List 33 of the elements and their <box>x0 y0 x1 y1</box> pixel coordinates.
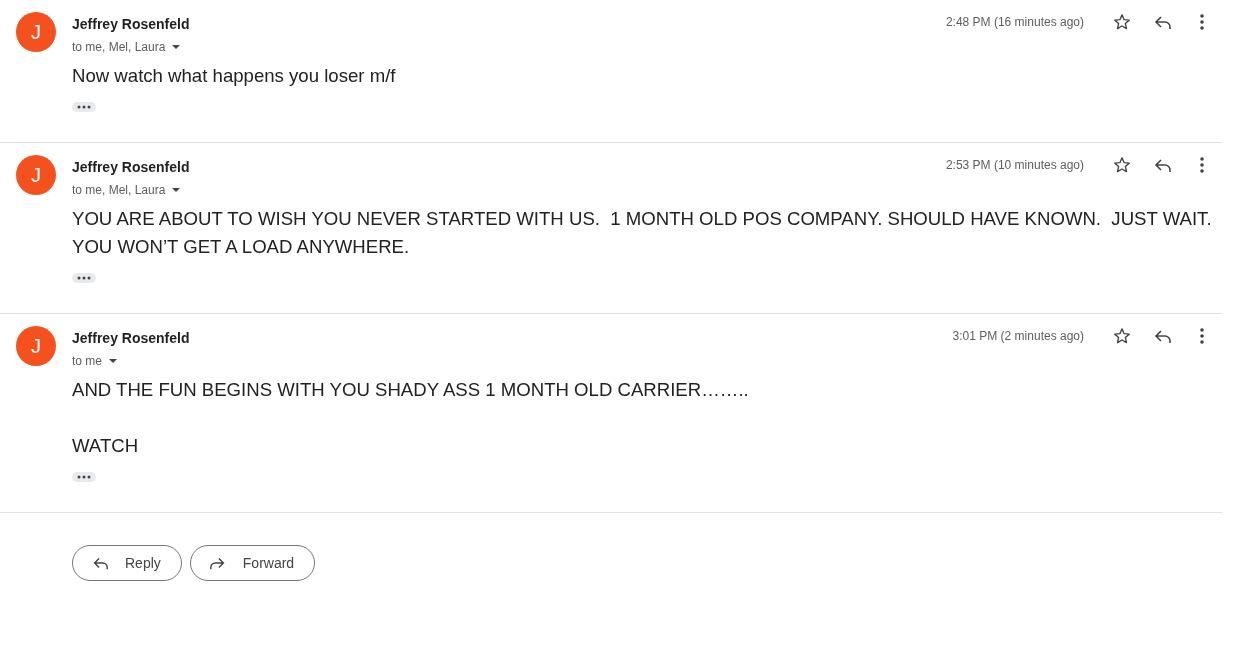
message-text: YOU ARE ABOUT TO WISH YOU NEVER STARTED WITH US. 1 MONTH OLD POS COMPANY. SHOULD HAVE KNOWN. JUST WAIT. YOU WON’T GET A LOAD ANYWHERE. <box>72 207 1213 259</box>
star-icon <box>1113 156 1131 174</box>
caret-icon <box>108 358 118 364</box>
caret-icon <box>171 44 182 50</box>
message-time: 2:48 PM (16 minutes ago) <box>945 14 1084 31</box>
ellipsis-icon <box>77 475 91 479</box>
ellipsis-icon <box>77 105 91 109</box>
sender-name: Jeffrey Rosenfeld <box>72 329 191 348</box>
star-icon <box>1113 13 1131 31</box>
message-text: Now watch what happens you loser m/f <box>72 64 397 88</box>
sender-name: Jeffrey Rosenfeld <box>72 15 191 34</box>
reply-button[interactable]: Reply <box>72 545 182 581</box>
avatar: J <box>16 155 56 195</box>
avatar: J <box>16 326 56 366</box>
sender-name: Jeffrey Rosenfeld <box>72 158 191 177</box>
show-trimmed-content-button[interactable] <box>72 102 96 112</box>
recipients-dropdown[interactable]: to me, Mel, Laura <box>72 39 182 55</box>
recipients-dropdown[interactable]: to me, Mel, Laura <box>72 182 182 198</box>
message-text: WATCH <box>72 434 140 458</box>
message-text: AND THE FUN BEGINS WITH YOU SHADY ASS 1 MONTH OLD CARRIER…….. <box>72 378 750 402</box>
more-vertical-icon <box>1200 157 1204 173</box>
star-icon <box>1113 327 1131 345</box>
forward-button[interactable]: Forward <box>189 545 316 581</box>
show-trimmed-content-button[interactable] <box>72 472 96 482</box>
recipients-dropdown[interactable]: to me <box>72 353 118 369</box>
more-vertical-icon <box>1200 14 1204 30</box>
show-trimmed-content-button[interactable] <box>72 273 96 283</box>
avatar: J <box>16 12 56 52</box>
caret-icon <box>171 187 182 193</box>
more-vertical-icon <box>1200 328 1204 344</box>
ellipsis-icon <box>77 276 91 280</box>
message-time: 3:01 PM (2 minutes ago) <box>952 328 1084 345</box>
message-time: 2:53 PM (10 minutes ago) <box>945 157 1084 174</box>
